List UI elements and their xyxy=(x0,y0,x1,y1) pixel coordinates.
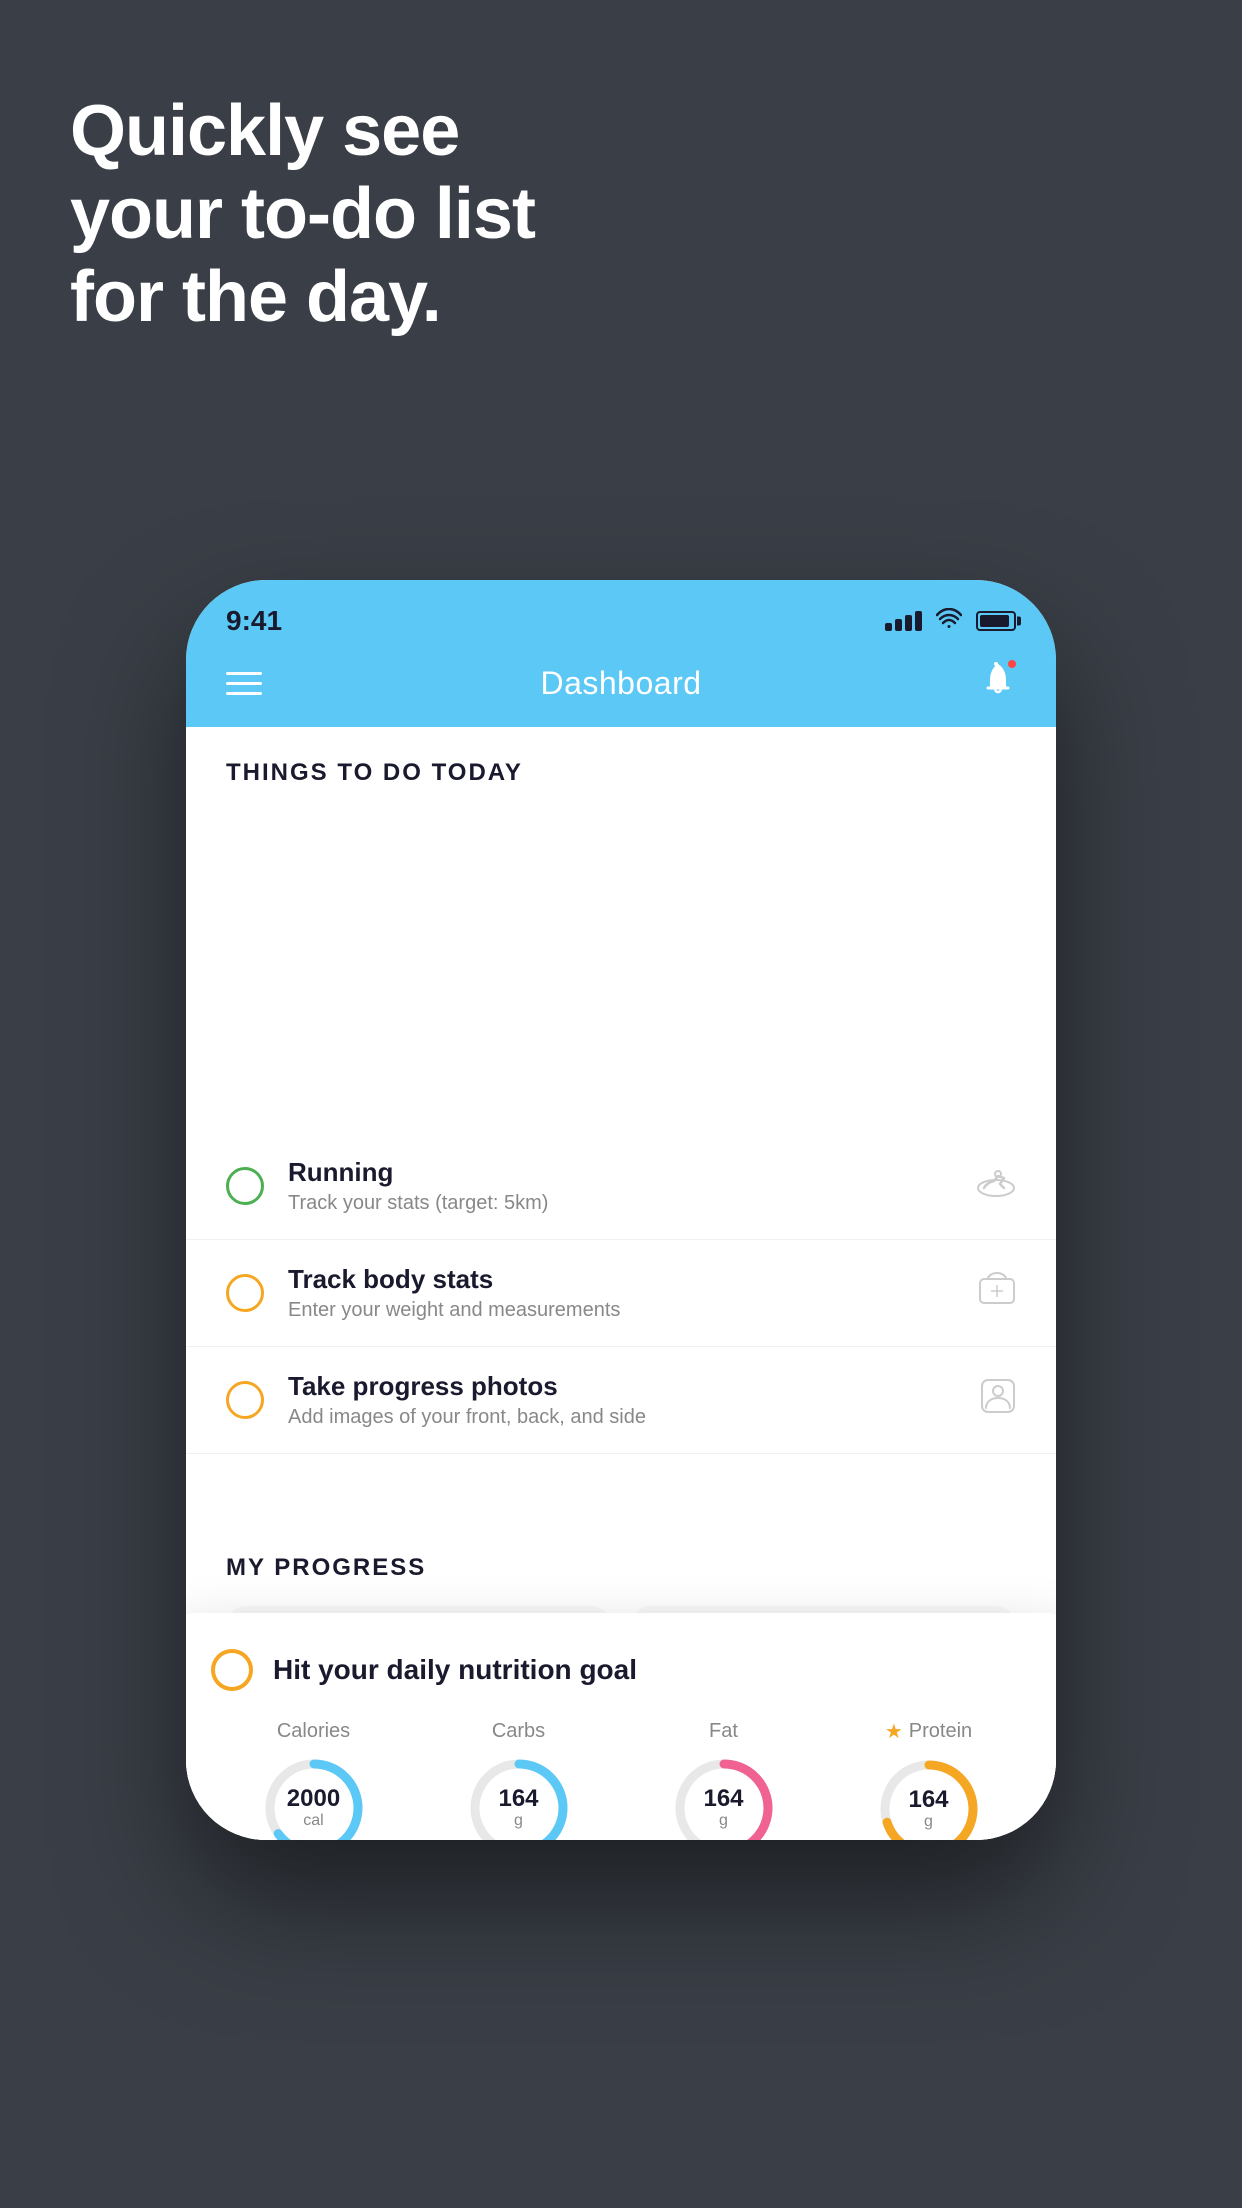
todo-item-photos[interactable]: Take progress photos Add images of your … xyxy=(186,1347,1056,1454)
status-time: 9:41 xyxy=(226,605,282,637)
progress-header: MY PROGRESS xyxy=(226,1554,1016,1582)
todo-list: Running Track your stats (target: 5km) xyxy=(186,803,1056,1454)
nutrition-protein: ★ Protein 164 g xyxy=(874,1719,984,1840)
phone-shell: 9:41 xyxy=(186,580,1056,1840)
nutrition-goal-title: Hit your daily nutrition goal xyxy=(273,1654,637,1686)
nutrition-card: Hit your daily nutrition goal Calories xyxy=(186,1613,1056,1840)
protein-unit: g xyxy=(924,1813,933,1830)
battery-icon xyxy=(976,611,1016,631)
todo-desc-body-stats: Enter your weight and measurements xyxy=(288,1299,954,1322)
card-row-title: Hit your daily nutrition goal xyxy=(211,1649,1031,1691)
nav-title: Dashboard xyxy=(540,665,701,702)
status-icons xyxy=(885,608,1016,634)
headline-line1: Quickly see xyxy=(70,91,459,171)
todo-section: Running Track your stats (target: 5km) xyxy=(186,803,1056,1454)
todo-desc-photos: Add images of your front, back, and side xyxy=(288,1406,956,1429)
calories-value: 2000 xyxy=(287,1786,340,1812)
protein-value: 164 xyxy=(908,1787,948,1813)
nav-bar: Dashboard xyxy=(186,644,1056,727)
carbs-value: 164 xyxy=(498,1786,538,1812)
protein-label: ★ Protein xyxy=(885,1719,972,1744)
fat-unit: g xyxy=(719,1812,728,1829)
main-content: THINGS TO DO TODAY Running Track your st… xyxy=(186,727,1056,1840)
notification-dot xyxy=(1006,658,1018,670)
todo-desc-running: Track your stats (target: 5km) xyxy=(288,1192,952,1215)
nutrition-circles: Calories 2000 cal xyxy=(211,1719,1031,1840)
nutrition-fat: Fat 164 g xyxy=(669,1720,779,1840)
wifi-icon xyxy=(936,608,962,634)
status-bar: 9:41 xyxy=(186,580,1056,644)
carbs-label: Carbs xyxy=(492,1720,545,1743)
fat-label: Fat xyxy=(709,1720,738,1743)
todo-circle-running xyxy=(226,1167,264,1205)
todo-circle-body-stats xyxy=(226,1274,264,1312)
todo-text-photos: Take progress photos Add images of your … xyxy=(288,1371,956,1429)
todo-circle-photos xyxy=(226,1381,264,1419)
calories-unit: cal xyxy=(303,1812,323,1829)
todo-text-body-stats: Track body stats Enter your weight and m… xyxy=(288,1264,954,1322)
todo-item-body-stats[interactable]: Track body stats Enter your weight and m… xyxy=(186,1240,1056,1347)
headline: Quickly see your to-do list for the day. xyxy=(70,90,535,338)
fat-value: 164 xyxy=(703,1786,743,1812)
todo-name-body-stats: Track body stats xyxy=(288,1264,954,1295)
protein-chart: 164 g xyxy=(874,1754,984,1840)
headline-line3: for the day. xyxy=(70,257,441,337)
todo-name-photos: Take progress photos xyxy=(288,1371,956,1402)
nutrition-check-circle[interactable] xyxy=(211,1649,253,1691)
hamburger-menu[interactable] xyxy=(226,672,262,695)
carbs-chart: 164 g xyxy=(464,1753,574,1840)
todo-text-running: Running Track your stats (target: 5km) xyxy=(288,1157,952,1215)
running-icon xyxy=(976,1166,1016,1206)
calories-label: Calories xyxy=(277,1720,350,1743)
calories-chart: 2000 cal xyxy=(259,1753,369,1840)
person-icon xyxy=(980,1378,1016,1422)
fat-chart: 164 g xyxy=(669,1753,779,1840)
signal-icon xyxy=(885,611,922,631)
headline-line2: your to-do list xyxy=(70,174,535,254)
todo-name-running: Running xyxy=(288,1157,952,1188)
nutrition-calories: Calories 2000 cal xyxy=(259,1720,369,1840)
scale-icon xyxy=(978,1271,1016,1315)
things-to-do-header: THINGS TO DO TODAY xyxy=(186,727,1056,803)
carbs-unit: g xyxy=(514,1812,523,1829)
todo-item-running[interactable]: Running Track your stats (target: 5km) xyxy=(186,1133,1056,1240)
notification-bell-icon[interactable] xyxy=(980,660,1016,707)
nutrition-carbs: Carbs 164 g xyxy=(464,1720,574,1840)
star-icon: ★ xyxy=(885,1719,903,1744)
